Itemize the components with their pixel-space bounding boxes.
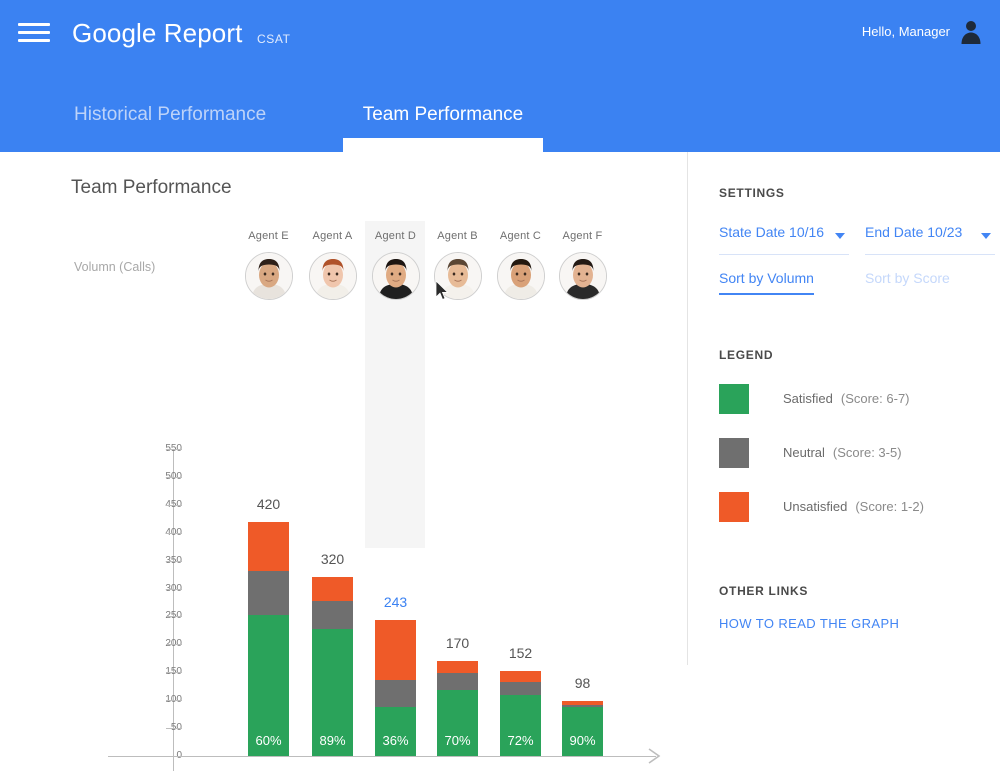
end-date-select[interactable]: End Date 10/23 (865, 224, 995, 255)
bar-segment-satisfied (562, 706, 603, 756)
tab-active-indicator (343, 138, 543, 152)
bar-segment-neutral (375, 680, 416, 708)
tab-historical-performance[interactable]: Historical Performance (74, 92, 266, 152)
bar-segment-neutral (312, 600, 353, 629)
y-axis-tick-mark (166, 728, 182, 730)
x-axis-arrow-icon (648, 748, 662, 764)
bar-series-container: 60% 420 89% 320 36% 243 70% 170 72% 152 90% 98 (0, 152, 687, 756)
legend-heading: LEGEND (719, 348, 774, 362)
satisfied-percent-label: 72% (507, 733, 534, 748)
legend-color-swatch (719, 438, 749, 468)
bar-group[interactable]: 90% 98 (562, 675, 603, 756)
bar-segment-unsatisfied (312, 577, 353, 601)
end-date-value: End Date 10/23 (865, 224, 963, 240)
app-header: Google Report CSAT Hello, Manager Histor… (0, 0, 1000, 152)
bar-segment-unsatisfied (500, 671, 541, 682)
legend-label: Satisfied (Score: 6-7) (783, 391, 910, 406)
bar-segment-satisfied (375, 707, 416, 756)
bar-segment-neutral (248, 570, 289, 616)
sort-by-score-tab[interactable]: Sort by Score (865, 270, 950, 293)
chart-panel: Team Performance Volumn (Calls) Agent EA… (0, 152, 687, 771)
start-date-select[interactable]: State Date 10/16 (719, 224, 849, 255)
chevron-down-icon (835, 233, 845, 239)
other-links-heading: OTHER LINKS (719, 584, 809, 598)
bar-group[interactable]: 60% 420 (248, 496, 289, 756)
settings-panel: SETTINGS State Date 10/16 End Date 10/23… (688, 152, 1000, 665)
user-greeting: Hello, Manager (861, 24, 950, 39)
legend-label: Unsatisfied (Score: 1-2) (783, 499, 924, 514)
bar-group[interactable]: 89% 320 (312, 551, 353, 756)
bar-total-label: 170 (445, 635, 470, 652)
bar-total-label: 152 (508, 645, 533, 662)
legend-score: (Score: 6-7) (840, 391, 910, 406)
legend-score: (Score: 3-5) (832, 445, 902, 460)
satisfied-percent-label: 89% (319, 733, 346, 748)
bar-group[interactable]: 72% 152 (500, 645, 541, 756)
bar-segment-unsatisfied (437, 661, 478, 674)
bar-segment-neutral (437, 673, 478, 690)
bar-group[interactable]: 36% 243 (375, 594, 416, 756)
app-title: Google Report (72, 18, 243, 48)
user-avatar-icon[interactable] (958, 18, 984, 44)
bar-segment-unsatisfied (248, 521, 289, 571)
legend-color-swatch (719, 384, 749, 414)
legend-color-swatch (719, 492, 749, 522)
mouse-cursor-icon (435, 280, 450, 301)
start-date-value: State Date 10/16 (719, 224, 825, 240)
bar-total-label: 420 (256, 495, 281, 512)
chevron-down-icon (981, 233, 991, 239)
x-axis-line (108, 756, 656, 757)
satisfied-percent-label: 60% (255, 733, 282, 748)
legend-score: (Score: 1-2) (855, 499, 924, 514)
how-to-read-the-graph-link[interactable]: HOW TO READ THE GRAPH (719, 616, 899, 631)
y-axis-tick-mark (166, 672, 182, 674)
y-axis-tick-mark (166, 700, 182, 702)
bar-group[interactable]: 70% 170 (437, 635, 478, 756)
satisfied-percent-label: 70% (444, 733, 471, 748)
tab-label: Team Performance (362, 104, 524, 125)
legend-label: Neutral (Score: 3-5) (783, 445, 902, 460)
bar-segment-unsatisfied (375, 620, 416, 681)
sort-by-volume-tab[interactable]: Sort by Volumn (719, 270, 814, 295)
settings-heading: SETTINGS (719, 186, 785, 200)
bar-segment-neutral (500, 681, 541, 696)
bar-total-label: 320 (320, 551, 345, 568)
app-subtitle: CSAT (257, 32, 291, 46)
hamburger-icon[interactable] (18, 20, 50, 46)
tab-label: Historical Performance (74, 104, 267, 125)
bar-total-label: 98 (574, 675, 591, 692)
satisfied-percent-label: 90% (569, 733, 596, 748)
satisfied-percent-label: 36% (382, 733, 409, 748)
bar-total-label: 243 (383, 594, 408, 611)
